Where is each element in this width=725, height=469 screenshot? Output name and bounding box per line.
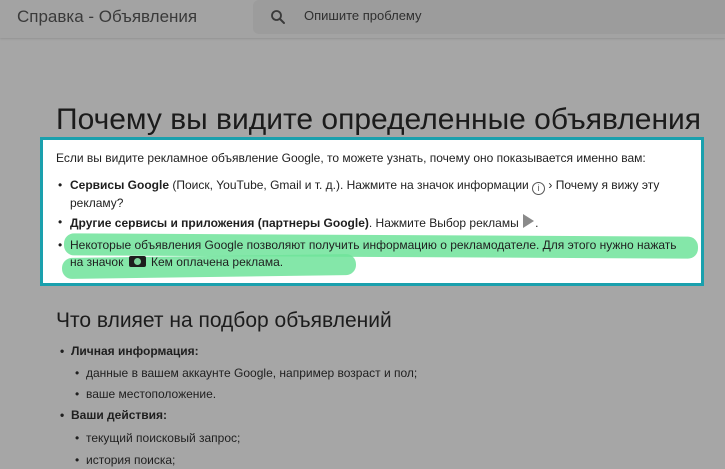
list-item: история поиска; bbox=[75, 453, 175, 467]
advertiser-icon bbox=[128, 256, 146, 267]
search-icon[interactable] bbox=[269, 8, 287, 26]
search-input[interactable]: Опишите проблему bbox=[304, 8, 422, 23]
list-item-google-services: Сервисы Google (Поиск, YouTube, Gmail и … bbox=[58, 177, 690, 212]
list-item: Ваши действия: bbox=[60, 408, 167, 422]
list-item: Личная информация: bbox=[60, 344, 199, 358]
list-item: ваше местоположение. bbox=[75, 387, 216, 401]
adchoices-icon bbox=[523, 214, 535, 228]
list-item-tail: . bbox=[535, 216, 539, 230]
page-title: Почему вы видите определенные объявления bbox=[56, 103, 702, 136]
list-item-bold: Другие сервисы и приложения (партнеры Go… bbox=[70, 216, 369, 230]
list-item-bold: Сервисы Google bbox=[70, 178, 170, 192]
list-item-advertiser-info: Некоторые объявления Google позволяют по… bbox=[58, 237, 690, 271]
section-title: Что влияет на подбор объявлений bbox=[56, 309, 392, 332]
top-bar: Справка - Объявления Опишите проблему bbox=[0, 0, 725, 38]
intro-text: Если вы видите рекламное объявление Goog… bbox=[56, 151, 646, 165]
list-item-text: (Поиск, YouTube, Gmail и т. д.). Нажмите… bbox=[169, 178, 533, 192]
info-icon: i bbox=[532, 182, 546, 195]
list-item-text: . Нажмите Выбор рекламы bbox=[368, 216, 523, 230]
site-title[interactable]: Справка - Объявления bbox=[17, 7, 197, 27]
list-item-bold: Некоторые объявления Google bbox=[70, 238, 244, 252]
list-item-partner-services: Другие сервисы и приложения (партнеры Go… bbox=[58, 214, 690, 232]
list-item-tail: Кем оплачена реклама. bbox=[147, 255, 284, 269]
list-item: данные в вашем аккаунте Google, например… bbox=[75, 366, 417, 380]
search-box[interactable]: Опишите проблему bbox=[253, 0, 725, 34]
list-item: текущий поисковый запрос; bbox=[75, 431, 240, 445]
